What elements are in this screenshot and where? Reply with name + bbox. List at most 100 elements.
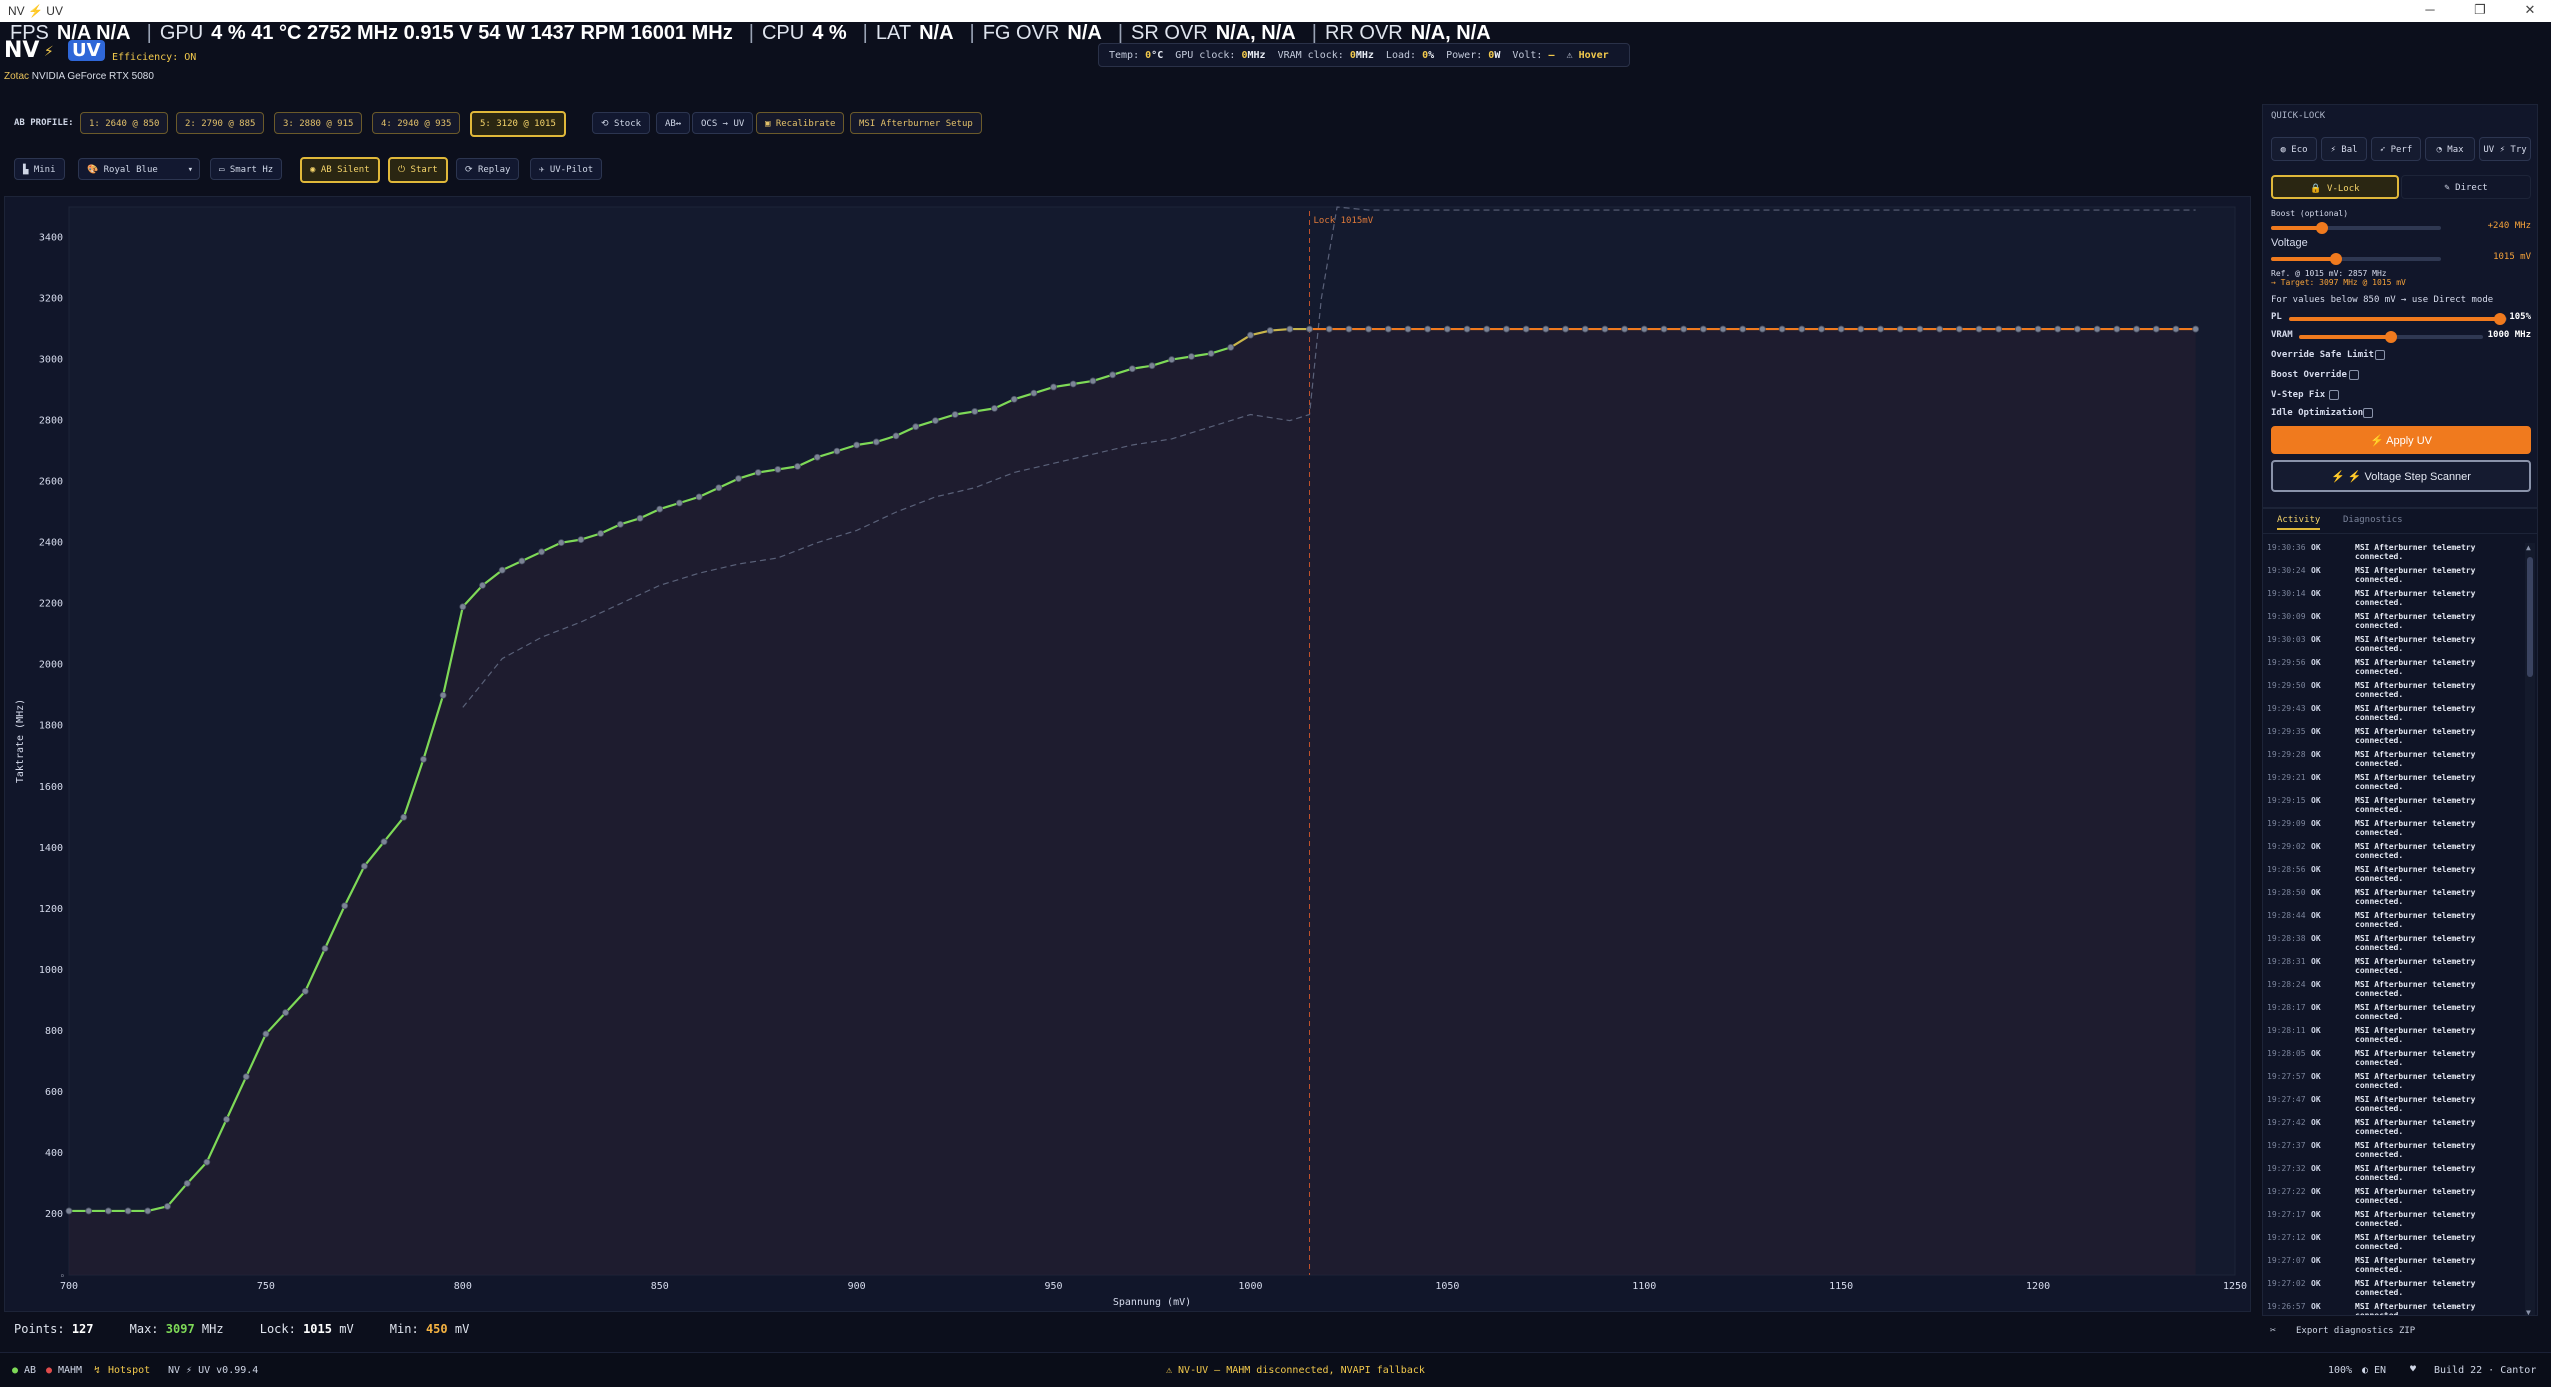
activity-scrollbar[interactable]: ▲ ▼ <box>2525 543 2535 1315</box>
smart-hz-button[interactable]: ▭ Smart Hz <box>210 158 283 180</box>
boost-slider[interactable] <box>2271 222 2441 234</box>
idle-optimization-checkbox[interactable] <box>2363 408 2373 418</box>
preset-uv-try-button[interactable]: UV ⚡ Try <box>2479 137 2531 161</box>
start-button[interactable]: ⏻ Start <box>388 157 448 183</box>
theme-label: Royal Blue <box>103 165 158 175</box>
export-diagnostics-link[interactable]: Export diagnostics ZIP <box>2296 1326 2415 1336</box>
v-step-fix-checkbox[interactable] <box>2329 390 2339 400</box>
replay-button[interactable]: ⟳ Replay <box>456 158 520 180</box>
log-entry: 19:28:11 OK MSI Afterburner telemetry conn… <box>2267 1026 2522 1048</box>
curve-point <box>1581 325 1589 333</box>
theme-select[interactable]: 🎨 Royal Blue ▾ <box>78 158 200 180</box>
osd-label: GPU <box>159 22 204 44</box>
uv-pilot-button[interactable]: ✈ UV-Pilot <box>530 158 603 180</box>
profile-3-button[interactable]: 3: 2880 @ 915 <box>274 112 363 134</box>
log-message: MSI Afterburner telemetry connected. <box>2355 1187 2476 1205</box>
tools-icon[interactable]: ✂ <box>2270 1325 2276 1336</box>
ab-silent-button[interactable]: ◉ AB Silent <box>300 157 380 183</box>
log-message: MSI Afterburner telemetry connected. <box>2355 865 2476 883</box>
curve-point <box>1365 325 1372 333</box>
recalibrate-button[interactable]: ▣ Recalibrate <box>756 112 845 134</box>
log-entry: 19:28:24 OK MSI Afterburner telemetry conn… <box>2267 980 2522 1002</box>
preset-eco-button[interactable]: ◍ Eco <box>2271 137 2317 161</box>
log-time: 19:29:35 <box>2267 727 2306 736</box>
language[interactable]: EN <box>2374 1365 2386 1376</box>
ocs-to-uv-button[interactable]: OCS → UV <box>692 112 754 134</box>
vram-label: VRAM <box>2271 330 2293 340</box>
log-time: 19:30:09 <box>2267 612 2306 621</box>
curve-point <box>1404 325 1412 333</box>
close-icon[interactable]: ✕ <box>2510 2 2550 20</box>
log-entry: 19:28:50 OK MSI Afterburner telemetry conn… <box>2267 888 2522 910</box>
voltage-slider-knob[interactable] <box>2329 253 2342 265</box>
curve-point <box>932 417 939 425</box>
telemetry-item: Power: 0W <box>1446 50 1500 61</box>
curve-point <box>2015 325 2022 333</box>
apply-uv-button[interactable]: ⚡ Apply UV <box>2271 426 2531 454</box>
preset-max-button[interactable]: ◔ Max <box>2425 137 2475 161</box>
ab-status: AB <box>24 1365 37 1376</box>
log-message: MSI Afterburner telemetry connected. <box>2355 842 2476 860</box>
curve-point <box>1621 325 1628 333</box>
log-status: OK <box>2311 1003 2321 1012</box>
curve-point <box>1266 327 1274 334</box>
log-entry: 19:29:09 OK MSI Afterburner telemetry conn… <box>2267 819 2522 841</box>
log-time: 19:27:07 <box>2267 1256 2306 1265</box>
direct-tab[interactable]: ✎ Direct <box>2401 175 2531 199</box>
boost-override-checkbox[interactable] <box>2349 370 2359 380</box>
minimize-icon[interactable]: ─ <box>2410 2 2450 20</box>
x-tick-label: 1150 <box>1829 1281 1853 1292</box>
profile-2-button[interactable]: 2: 2790 @ 885 <box>176 112 265 134</box>
profile-4-button[interactable]: 4: 2940 @ 935 <box>372 112 461 134</box>
ab-sync-button[interactable]: AB↔ <box>656 112 691 134</box>
telemetry-key: Temp: <box>1109 50 1140 61</box>
log-status: OK <box>2311 543 2321 552</box>
log-status: OK <box>2311 1026 2321 1035</box>
mini-button[interactable]: ▙ Mini <box>14 158 65 180</box>
vf-curve-chart[interactable]: 200 400 600 800 1000 1200 1400 1600 1800 2000 2200… <box>4 196 2251 1312</box>
voltage-slider[interactable] <box>2271 253 2441 265</box>
vram-slider[interactable] <box>2299 331 2483 343</box>
preset-bal-button[interactable]: ⚡ Bal <box>2321 137 2367 161</box>
profile-5-button[interactable]: 5: 3120 @ 1015 <box>470 111 566 137</box>
y-tick-label: 2400 <box>39 538 63 549</box>
profile-1-button[interactable]: 1: 2640 @ 850 <box>80 112 169 134</box>
log-time: 19:28:17 <box>2267 1003 2306 1012</box>
v-lock-tab[interactable]: 🔒 V-Lock <box>2271 175 2399 199</box>
scroll-up-icon[interactable]: ▲ <box>2526 543 2531 552</box>
scroll-down-icon[interactable]: ▼ <box>2526 1308 2531 1315</box>
pl-value: 105% <box>2509 312 2531 322</box>
tab-diagnostics[interactable]: Diagnostics <box>2343 515 2403 525</box>
stock-button[interactable]: ⟲ Stock <box>592 112 651 134</box>
log-time: 19:28:38 <box>2267 934 2306 943</box>
preset-perf-button[interactable]: ➶ Perf <box>2371 137 2421 161</box>
curve-point <box>1069 380 1077 388</box>
uv-pilot-label: UV-Pilot <box>549 165 594 175</box>
curve-point <box>1187 353 1195 360</box>
tab-divider <box>2263 533 2537 534</box>
log-entry: 19:29:35 OK MSI Afterburner telemetry conn… <box>2267 727 2522 749</box>
zoom-level[interactable]: 100% <box>2328 1365 2352 1376</box>
log-message: MSI Afterburner telemetry connected. <box>2355 980 2476 998</box>
lock-icon: 🔒 <box>2310 184 2328 194</box>
heart-icon[interactable]: ♥ <box>2410 1364 2416 1375</box>
pl-slider[interactable] <box>2289 313 2507 325</box>
voltage-slider-fill <box>2271 257 2336 261</box>
tab-activity[interactable]: Activity <box>2277 515 2321 530</box>
y-tick-label: 3400 <box>39 233 63 244</box>
voltage-step-scanner-button[interactable]: ⚡ ⚡ Voltage Step Scanner <box>2271 460 2531 492</box>
log-entry: 19:27:37 OK MSI Afterburner telemetry conn… <box>2267 1141 2522 1163</box>
vram-slider-knob[interactable] <box>2385 331 2397 343</box>
override-safe-limit-checkbox[interactable] <box>2375 350 2385 360</box>
boost-slider-knob[interactable] <box>2316 222 2328 234</box>
msi-setup-button[interactable]: MSI Afterburner Setup <box>850 112 982 134</box>
maximize-icon[interactable]: ❐ <box>2460 2 2500 20</box>
activity-scrollbar-thumb[interactable] <box>2527 557 2533 677</box>
curve-point <box>439 691 447 699</box>
curve-stats: Points: 127 Max: 3097 MHz Lock: 1015 mV … <box>4 1316 2251 1342</box>
curve-point <box>577 536 585 544</box>
osd-separator: | <box>748 22 754 44</box>
log-time: 19:27:02 <box>2267 1279 2306 1288</box>
vf-curve-svg[interactable]: 200 400 600 800 1000 1200 1400 1600 1800 2000 2200… <box>5 197 2250 1311</box>
log-message: MSI Afterburner telemetry connected. <box>2355 1141 2476 1159</box>
